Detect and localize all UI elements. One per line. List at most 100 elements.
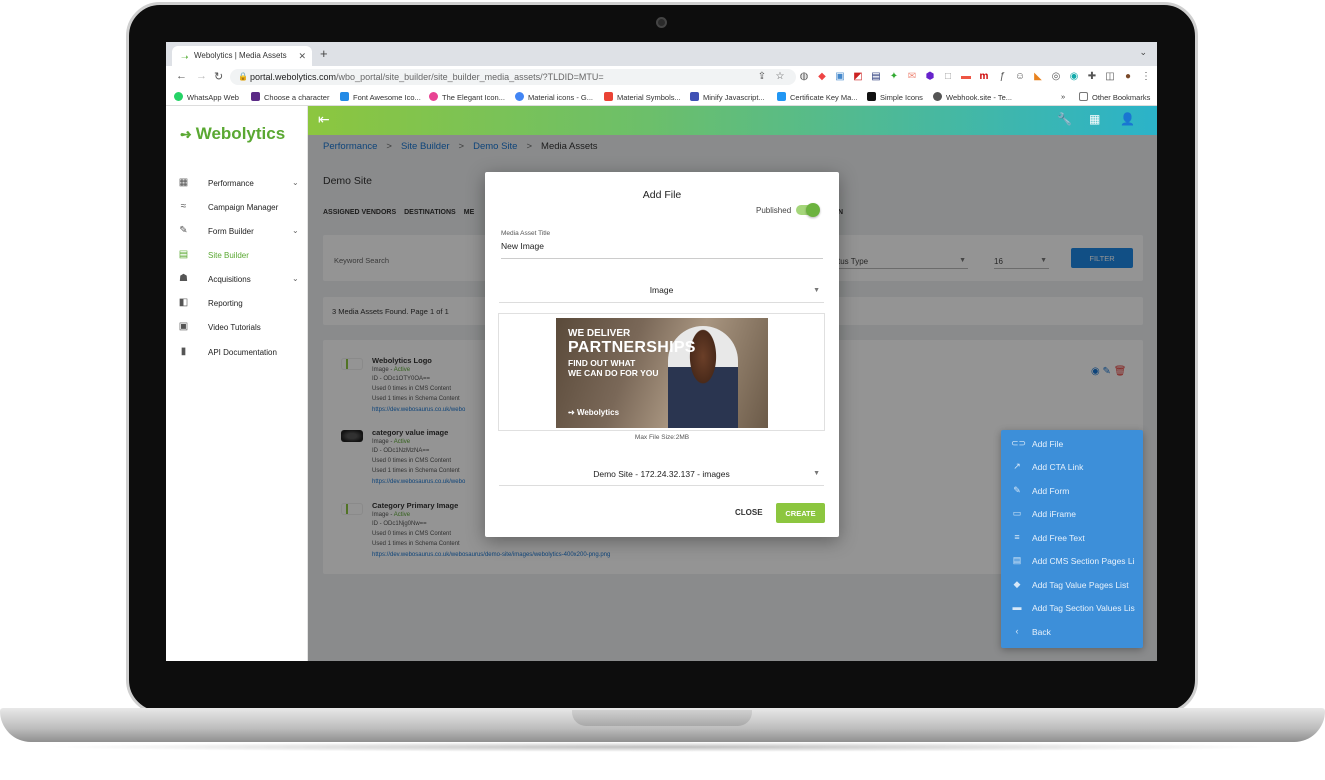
other-bookmarks[interactable]: Other Bookmarks xyxy=(1079,92,1150,102)
bookmark-item[interactable]: Webhook.site - Te... xyxy=(933,92,1012,102)
folder-icon xyxy=(1079,92,1088,101)
extension-icon[interactable]: ✉ xyxy=(906,71,918,82)
menu-item-add-file[interactable]: ⊂⊃ Add File xyxy=(1011,438,1143,454)
metamask-icon[interactable]: ◣ xyxy=(1032,71,1044,82)
browser-tab-bar: ➝ Webolytics | Media Assets ✕ + ⌄ xyxy=(166,42,1157,66)
bookmark-item[interactable]: Choose a character xyxy=(251,92,329,102)
sidebar-item-site-builder[interactable]: ▤ Site Builder xyxy=(178,249,304,265)
extension-icon[interactable]: □ xyxy=(942,71,954,82)
bookmark-item[interactable]: WhatsApp Web xyxy=(174,92,239,102)
article-icon: ▤ xyxy=(1012,555,1022,565)
tag-icon: ◆ xyxy=(1013,579,1021,589)
menu-item-add-form[interactable]: ✎ Add Form xyxy=(1011,485,1143,501)
bookmark-favicon-icon xyxy=(690,92,699,101)
menu-item-add-iframe[interactable]: ▭ Add iFrame xyxy=(1011,508,1143,524)
browser-tab[interactable]: ➝ Webolytics | Media Assets ✕ xyxy=(172,46,312,66)
trend-icon: ≈ xyxy=(180,201,187,212)
bookmark-favicon-icon xyxy=(174,92,183,101)
app: ➺ Webolytics ▦ Performance ⌄ ≈ Campaign Mana… xyxy=(166,106,1157,661)
chevron-down-icon: ⌄ xyxy=(292,274,299,283)
sidebar-item-acquisitions[interactable]: ☗ Acquisitions ⌄ xyxy=(178,273,304,289)
chevron-down-icon: ▼ xyxy=(813,287,820,294)
extension-icon[interactable]: ◍ xyxy=(798,71,810,82)
sidebar-item-form-builder[interactable]: ✎ Form Builder ⌄ xyxy=(178,225,304,241)
topbar-backdrop xyxy=(308,106,1157,135)
extension-icon[interactable]: ▣ xyxy=(834,71,846,82)
chevron-down-icon: ▼ xyxy=(813,470,820,477)
extension-icon[interactable]: ☺ xyxy=(1014,71,1026,82)
extension-icon[interactable]: ◎ xyxy=(1050,71,1062,82)
forward-arrow-icon[interactable]: → xyxy=(196,70,207,82)
logo[interactable]: ➺ Webolytics xyxy=(180,124,285,144)
bookmark-item[interactable]: Simple Icons xyxy=(867,92,923,102)
preview-image: WE DELIVER PARTNERSHIPS FIND OUT WHAT WE … xyxy=(556,318,768,428)
banner-line-2: PARTNERSHIPS xyxy=(568,339,696,356)
bookmark-favicon-icon xyxy=(867,92,876,101)
iframe-icon: ▭ xyxy=(1012,508,1022,518)
bookmark-item[interactable]: The Elegant Icon... xyxy=(429,92,505,102)
sidebar-item-reporting[interactable]: ◧ Reporting xyxy=(178,297,304,313)
max-file-size: Max File Size:2MB xyxy=(634,434,690,441)
extension-icon[interactable]: ▤ xyxy=(870,71,882,82)
sidebar-item-campaign-manager[interactable]: ≈ Campaign Manager xyxy=(178,201,304,217)
menu-item-add-cms-section-pages-list[interactable]: ▤ Add CMS Section Pages Li xyxy=(1011,555,1143,571)
menu-item-add-free-text[interactable]: ≡ Add Free Text xyxy=(1011,532,1143,548)
webolytics-favicon-icon: ➝ xyxy=(181,52,189,62)
title-input[interactable]: New Image xyxy=(501,241,823,259)
extension-icon[interactable]: ƒ xyxy=(996,71,1008,82)
bookmark-star-icon[interactable]: ☆ xyxy=(774,71,786,82)
type-select[interactable]: Image ▼ xyxy=(499,283,824,303)
more-menu-icon[interactable]: ⋮ xyxy=(1140,71,1152,82)
sidebar-item-performance[interactable]: ▦ Performance ⌄ xyxy=(178,177,304,193)
sidebar-item-api-documentation[interactable]: ▮ API Documentation xyxy=(178,346,304,362)
address-bar[interactable]: 🔒 portal.webolytics.com/wbo_portal/site_… xyxy=(230,69,796,85)
sidepanel-icon[interactable]: ◫ xyxy=(1104,71,1116,82)
create-button[interactable]: CREATE xyxy=(776,503,825,523)
form-icon: ✎ xyxy=(179,225,188,236)
laptop-notch xyxy=(572,710,752,726)
browser-toolbar: ← → ↻ 🔒 portal.webolytics.com/wbo_portal… xyxy=(166,66,1157,88)
bookmark-item[interactable]: Minify Javascript... xyxy=(690,92,765,102)
chevron-left-icon: ‹ xyxy=(1015,626,1019,636)
title-field-label: Media Asset Title xyxy=(501,230,551,237)
lock-icon: 🔒 xyxy=(238,72,248,81)
extension-icon[interactable]: ⬢ xyxy=(924,71,936,82)
share-icon[interactable]: ⇪ xyxy=(756,71,768,82)
bookmark-item[interactable]: Material Symbols... xyxy=(604,92,681,102)
bookmark-favicon-icon xyxy=(777,92,786,101)
menu-item-add-tag-value-pages-list[interactable]: ◆ Add Tag Value Pages List xyxy=(1011,579,1143,595)
bookmark-favicon-icon xyxy=(604,92,613,101)
back-arrow-icon[interactable]: ← xyxy=(176,70,187,82)
bookmarks-bar: WhatsApp Web Choose a character Font Awe… xyxy=(166,88,1157,106)
bookmark-favicon-icon xyxy=(515,92,524,101)
extension-icon[interactable]: ▬ xyxy=(960,71,972,82)
add-element-menu: ⊂⊃ Add File ↗ Add CTA Link ✎ Add Form ▭ Add … xyxy=(1001,430,1143,648)
extension-icon[interactable]: ◩ xyxy=(852,71,864,82)
close-button[interactable]: CLOSE xyxy=(735,508,763,517)
close-tab-icon[interactable]: ✕ xyxy=(298,51,306,62)
bookmark-item[interactable]: Font Awesome Ico... xyxy=(340,92,421,102)
sidebar-item-video-tutorials[interactable]: ▣ Video Tutorials xyxy=(178,321,304,337)
bookmark-item[interactable]: Certificate Key Ma... xyxy=(777,92,858,102)
menu-item-add-cta-link[interactable]: ↗ Add CTA Link xyxy=(1011,461,1143,477)
extension-icon[interactable]: ◉ xyxy=(1068,71,1080,82)
new-tab-icon[interactable]: + xyxy=(320,46,328,61)
menu-item-back[interactable]: ‹ Back xyxy=(1011,626,1143,642)
extension-icon[interactable]: ✦ xyxy=(888,71,900,82)
tab-search-chevron-icon[interactable]: ⌄ xyxy=(1139,47,1147,58)
image-preview[interactable]: WE DELIVER PARTNERSHIPS FIND OUT WHAT WE … xyxy=(498,313,825,431)
puzzle-icon[interactable]: ✚ xyxy=(1086,71,1098,82)
bookmark-item[interactable]: Material icons - G... xyxy=(515,92,593,102)
menu-item-add-tag-section-values-list[interactable]: ▬ Add Tag Section Values Lis xyxy=(1011,602,1143,618)
extension-icon[interactable]: m xyxy=(978,71,990,82)
location-select[interactable]: Demo Site - 172.24.32.137 - images ▼ xyxy=(499,466,824,486)
published-toggle[interactable] xyxy=(796,203,820,217)
sidebar: ➺ Webolytics ▦ Performance ⌄ ≈ Campaign Mana… xyxy=(166,106,308,661)
extension-icon[interactable]: ◆ xyxy=(816,71,828,82)
more-bookmarks-icon[interactable]: » xyxy=(1061,92,1065,101)
link-icon: ⊂⊃ xyxy=(1011,438,1027,448)
tab-title: Webolytics | Media Assets xyxy=(194,51,287,60)
reload-icon[interactable]: ↻ xyxy=(214,70,223,83)
profile-avatar[interactable]: ● xyxy=(1122,71,1134,82)
url-host: portal.webolytics.com xyxy=(250,72,337,82)
